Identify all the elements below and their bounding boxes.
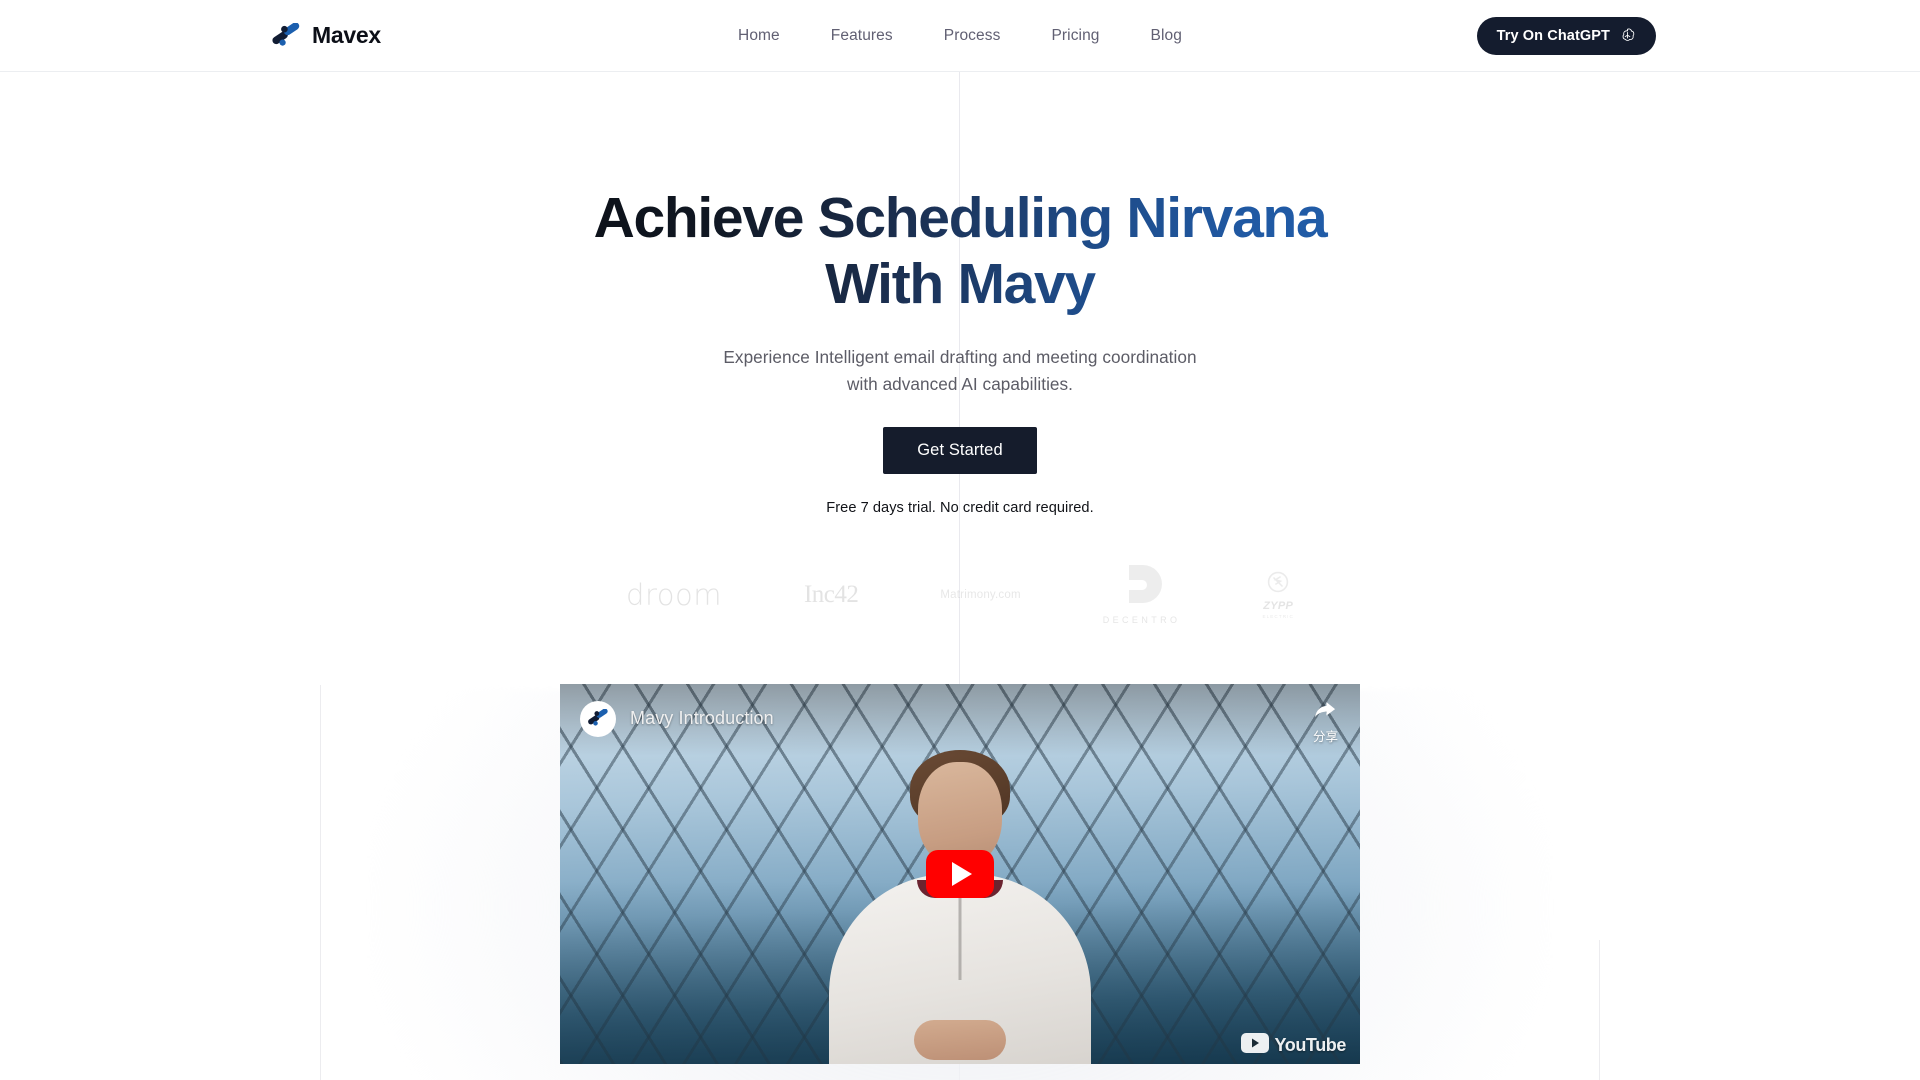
client-logo-droom: droom <box>626 577 722 612</box>
nav-item-features[interactable]: Features <box>831 27 893 45</box>
nav-item-pricing[interactable]: Pricing <box>1051 27 1099 45</box>
video-presenter-figure <box>824 734 1096 1064</box>
try-on-chatgpt-label: Try On ChatGPT <box>1496 27 1610 44</box>
client-logo-strip: droom Inc42 Matrimony.com DECENTRO ZYPP … <box>0 560 1920 630</box>
openai-icon <box>1619 27 1636 44</box>
video-top-bar: Mavy Introduction 分享 <box>560 683 1360 756</box>
page-title: Achieve Scheduling Nirvana With Mavy <box>510 185 1410 318</box>
video-channel-avatar[interactable] <box>580 700 616 737</box>
video-title: Mavy Introduction <box>630 708 774 729</box>
hero-subtitle-line-1: Experience Intelligent email drafting an… <box>723 346 1197 367</box>
headline-line-2: With Mavy <box>825 252 1095 317</box>
share-arrow-icon <box>1314 701 1336 723</box>
nav-item-home[interactable]: Home <box>738 27 780 45</box>
site-header: Mavex Home Features Process Pricing Blog… <box>0 0 1920 72</box>
try-on-chatgpt-button[interactable]: Try On ChatGPT <box>1476 16 1656 55</box>
zypp-mark-icon <box>1267 571 1289 598</box>
youtube-watermark-label: YouTube <box>1274 1034 1346 1055</box>
nav-item-blog[interactable]: Blog <box>1151 27 1182 45</box>
decentro-mark-icon <box>1120 564 1164 611</box>
video-title-group: Mavy Introduction <box>580 700 774 737</box>
hero-subtitle: Experience Intelligent email drafting an… <box>0 344 1920 399</box>
youtube-watermark[interactable]: YouTube <box>1241 1032 1346 1058</box>
hero-section: Achieve Scheduling Nirvana With Mavy Exp… <box>0 72 1920 1064</box>
trial-note: Free 7 days trial. No credit card requir… <box>826 499 1094 516</box>
mavex-logo-icon <box>271 22 301 49</box>
client-logo-decentro: DECENTRO <box>1103 564 1181 625</box>
youtube-icon <box>1241 1032 1270 1058</box>
main-navigation: Home Features Process Pricing Blog <box>738 27 1182 45</box>
get-started-button[interactable]: Get Started <box>883 426 1037 474</box>
video-share-label: 分享 <box>1312 728 1338 744</box>
brand-logo-link[interactable]: Mavex <box>271 22 381 49</box>
play-triangle-icon <box>952 861 972 886</box>
client-logo-inc42: Inc42 <box>803 580 859 608</box>
brand-name: Mavex <box>312 22 381 48</box>
video-share-button[interactable]: 分享 <box>1313 701 1338 745</box>
video-player[interactable]: Mavy Introduction 分享 YouTube <box>560 683 1360 1064</box>
youtube-play-icon[interactable] <box>926 849 994 898</box>
hero-subtitle-line-2: with advanced AI capabilities. <box>846 374 1074 395</box>
headline-line-1: Achieve Scheduling Nirvana <box>593 186 1327 250</box>
client-logo-zypp: ZYPP ELECTRIC <box>1262 571 1294 619</box>
nav-item-process[interactable]: Process <box>944 27 1001 45</box>
page-root: Mavex Home Features Process Pricing Blog… <box>0 0 1920 1080</box>
client-logo-matrimony: Matrimony.com <box>940 588 1021 601</box>
